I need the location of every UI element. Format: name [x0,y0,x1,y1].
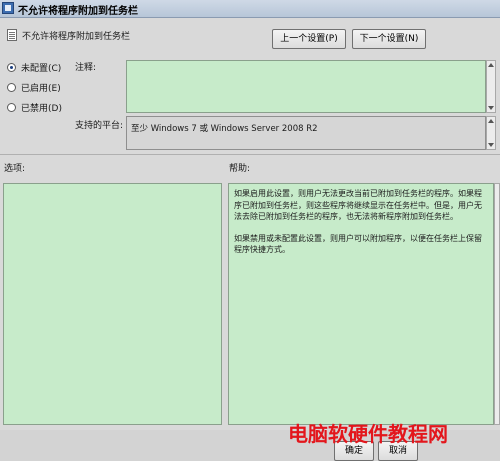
policy-window-icon [2,2,14,14]
help-panel: 如果启用此设置，则用户无法更改当前已附加到任务栏的程序。如果程序已附加到任务栏，… [228,183,494,425]
help-paragraph: 如果启用此设置，则用户无法更改当前已附加到任务栏的程序。如果程序已附加到任务栏，… [234,189,482,221]
help-paragraph: 如果禁用或未配置此设置，则用户可以附加程序，以便在任务栏上保留程序快捷方式。 [234,233,482,255]
radio-disabled[interactable]: 已禁用(D) [7,101,62,114]
title-bar: 不允许将程序附加到任务栏 [0,0,500,18]
section-divider [0,154,500,155]
comment-label: 注释: [75,63,97,73]
scroll-up-arrow-icon[interactable] [488,63,494,67]
site-watermark: 电脑软硬件教程网 [288,422,448,446]
platform-value: 至少 Windows 7 或 Windows Server 2008 R2 [126,116,486,150]
radio-enabled-label: 已启用(E) [21,83,61,94]
window-title: 不允许将程序附加到任务栏 [18,6,138,17]
help-label: 帮助: [229,164,251,174]
radio-enabled[interactable]: 已启用(E) [7,81,61,94]
radio-enabled-circle[interactable] [7,82,16,92]
next-setting-button[interactable]: 下一个设置(N) [352,29,426,49]
radio-not-configured-label: 未配置(C) [21,63,62,74]
platform-scrollbar[interactable] [486,116,496,150]
policy-name: 不允许将程序附加到任务栏 [22,32,131,42]
scroll-down-arrow-icon[interactable] [488,106,494,110]
radio-not-configured-circle[interactable] [7,62,16,72]
comment-scrollbar[interactable] [486,60,496,113]
scroll-down-arrow-icon[interactable] [488,143,494,147]
policy-setting-icon [7,29,17,41]
comment-textarea[interactable] [126,60,486,113]
radio-disabled-circle[interactable] [7,102,16,112]
radio-disabled-label: 已禁用(D) [21,103,62,114]
help-scrollbar[interactable] [494,183,500,425]
options-label: 选项: [4,164,26,174]
options-panel [3,183,222,425]
scroll-up-arrow-icon[interactable] [488,119,494,123]
platform-label: 支持的平台: [75,121,124,131]
radio-not-configured[interactable]: 未配置(C) [7,61,62,74]
previous-setting-button[interactable]: 上一个设置(P) [272,29,346,49]
